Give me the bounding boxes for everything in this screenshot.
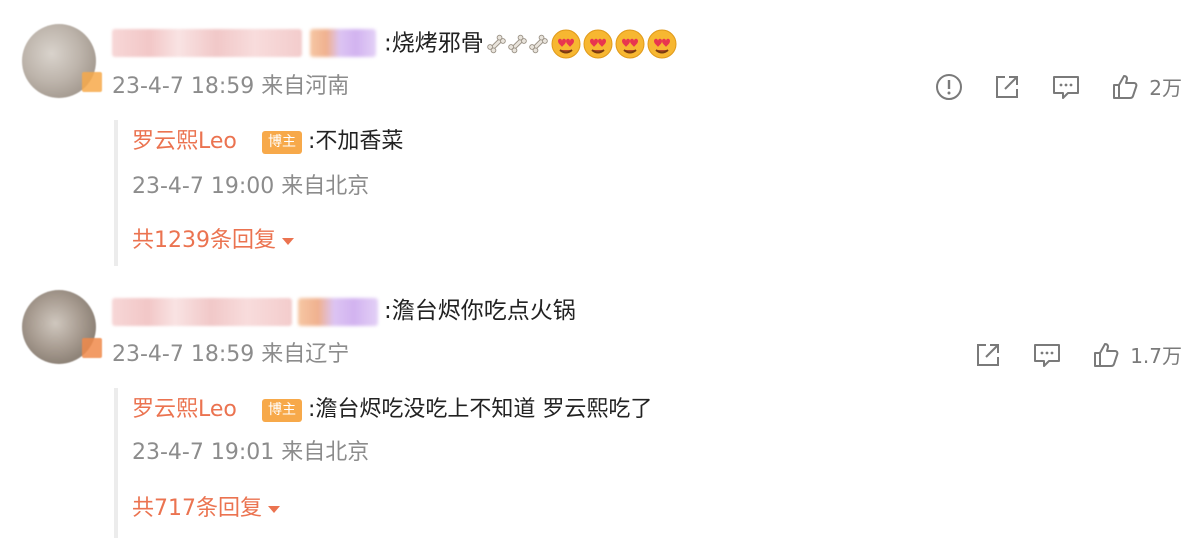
- share-button[interactable]: [974, 341, 1002, 369]
- user-badge-blurred: [298, 298, 378, 326]
- heart-eyes-emoji-icon: [647, 29, 677, 59]
- author-tag: 博主: [262, 131, 302, 154]
- share-button[interactable]: [993, 73, 1021, 101]
- heart-eyes-emoji-icon: [615, 29, 645, 59]
- avatar[interactable]: [22, 290, 102, 364]
- reply-thread: 罗云熙Leo 博主 :不加香菜 23-4-7 19:00 来自北京 共1239条…: [114, 120, 1014, 266]
- more-replies-label: 共717条回复: [132, 496, 262, 521]
- like-count: 2万: [1149, 76, 1182, 100]
- heart-eyes-emoji-icon: [551, 29, 581, 59]
- user-badge-blurred: [310, 29, 376, 57]
- comment-actions: 2万: [905, 72, 1182, 101]
- comment-text: :烧烤邪骨: [384, 29, 677, 59]
- thumbs-up-icon: [1113, 74, 1138, 99]
- alert-icon: [936, 73, 963, 100]
- username-blurred[interactable]: [112, 298, 292, 326]
- like-button[interactable]: 2万: [1111, 72, 1182, 101]
- verified-badge-icon: [82, 72, 102, 92]
- reply-text: :不加香菜: [308, 129, 404, 154]
- more-replies-link[interactable]: 共1239条回复: [132, 228, 294, 254]
- comment-meta: 23-4-7 18:59 来自辽宁: [112, 342, 350, 367]
- comment-meta: 23-4-7 18:59 来自河南: [112, 74, 350, 99]
- bone-emoji-icon: [528, 34, 548, 54]
- share-icon: [996, 75, 1019, 98]
- more-replies-label: 共1239条回复: [132, 228, 276, 253]
- username-blurred[interactable]: [112, 29, 302, 57]
- comment-icon: [1034, 343, 1061, 367]
- thumbs-up-icon: [1094, 342, 1119, 367]
- reply-thread: 罗云熙Leo 博主 :澹台烬吃没吃上不知道 罗云熙吃了 23-4-7 19:01…: [114, 388, 1014, 538]
- avatar[interactable]: [22, 24, 102, 98]
- share-icon: [977, 343, 1000, 366]
- comment-icon: [1053, 75, 1080, 99]
- reply-text: :澹台烬吃没吃上不知道 罗云熙吃了: [308, 397, 653, 422]
- comment-actions: 1.7万: [944, 340, 1182, 369]
- comment-item: :澹台烬你吃点火锅 23-4-7 18:59 来自辽宁 1.7万 罗云熙Leo …: [0, 270, 1200, 542]
- reply-author[interactable]: 罗云熙Leo: [132, 396, 237, 424]
- emoji-row: [486, 29, 677, 59]
- bone-emoji-icon: [507, 34, 527, 54]
- more-replies-link[interactable]: 共717条回复: [132, 496, 280, 522]
- comment-button[interactable]: [1051, 73, 1081, 101]
- author-tag: 博主: [262, 399, 302, 422]
- caret-down-icon: [268, 505, 280, 513]
- verified-badge-icon: [82, 338, 102, 358]
- caret-down-icon: [282, 237, 294, 245]
- report-button[interactable]: [935, 73, 963, 101]
- reply-author[interactable]: 罗云熙Leo: [132, 128, 237, 156]
- like-button[interactable]: 1.7万: [1092, 340, 1182, 369]
- heart-eyes-emoji-icon: [583, 29, 613, 59]
- like-count: 1.7万: [1130, 344, 1182, 368]
- reply-meta: 23-4-7 19:00 来自北京: [132, 174, 370, 199]
- bone-emoji-icon: [486, 34, 506, 54]
- comment-text: :澹台烬你吃点火锅: [384, 298, 576, 324]
- comment-item: :烧烤邪骨 23-4-7 18:59 来自河南 2万 罗云熙Leo 博主 :不加…: [0, 0, 1200, 270]
- reply-meta: 23-4-7 19:01 来自北京: [132, 440, 370, 465]
- comment-button[interactable]: [1032, 341, 1062, 369]
